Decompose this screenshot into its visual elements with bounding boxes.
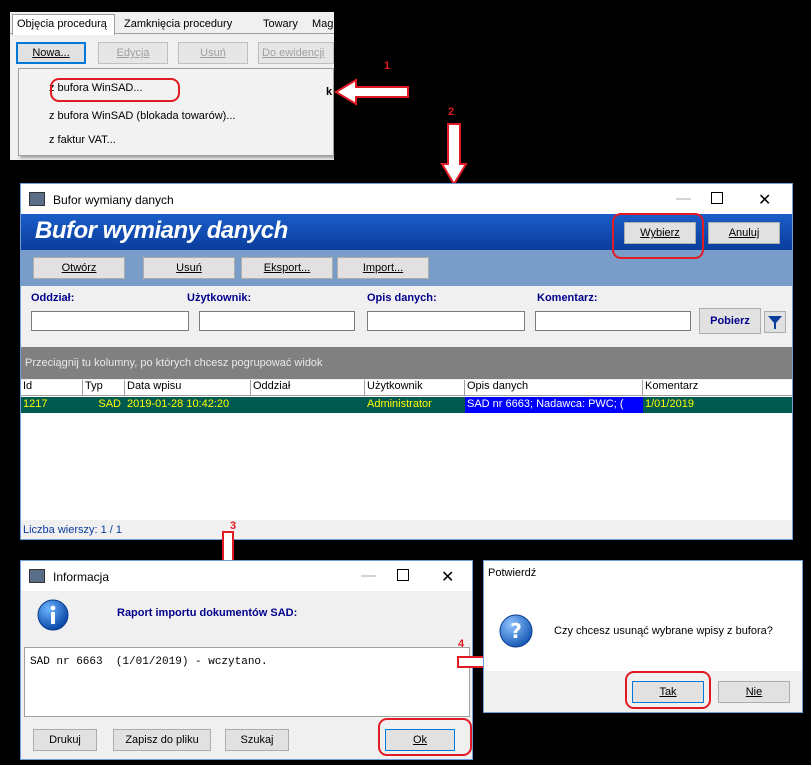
anuluj-button[interactable]: Anuluj	[708, 222, 780, 244]
banner-title: Bufor wymiany danych	[35, 217, 288, 244]
cell-oddzial	[251, 397, 365, 413]
eksport-label: Eksport...	[263, 262, 311, 274]
col-uzytkownik[interactable]: Użytkownik	[365, 380, 465, 395]
menu-item-bufor-winsad-blokada[interactable]: z bufora WinSAD (blokada towarów)...	[49, 107, 309, 125]
otworz-button[interactable]: Otwórz	[33, 257, 125, 279]
cell-typ: SAD	[98, 398, 121, 410]
highlight-ok	[378, 718, 472, 756]
pobierz-button[interactable]: Pobierz	[699, 308, 761, 334]
highlight-menu-item	[50, 78, 180, 102]
usun-label: Usuń	[176, 262, 202, 274]
do-ewidencji-label: Do ewidencji	[262, 47, 325, 59]
uzytkownik-field[interactable]	[199, 311, 355, 331]
highlight-wybierz	[612, 213, 704, 259]
col-id[interactable]: Id	[21, 380, 83, 395]
buffer-titlebar: Bufor wymiany danych — ✕	[21, 184, 792, 214]
eksport-button[interactable]: Eksport...	[241, 257, 333, 279]
oddzial-label: Oddział:	[31, 292, 75, 304]
anuluj-label: Anuluj	[728, 227, 760, 239]
edycja-label: Edycja	[116, 47, 150, 59]
col-typ[interactable]: Typ	[83, 380, 125, 395]
zapisz-do-pliku-button[interactable]: Zapisz do pliku	[113, 729, 211, 751]
table-row[interactable]: 1217 SAD 2019-01-28 10:42:20 Administrat…	[21, 397, 792, 413]
drukuj-button[interactable]: Drukuj	[33, 729, 97, 751]
minimize-icon[interactable]: —	[676, 190, 691, 207]
zapisz-label: Zapisz do pliku	[125, 734, 199, 746]
arrow-down-icon	[440, 123, 468, 186]
arrow-left-icon	[334, 78, 409, 106]
grid-header: Id Typ Data wpisu Oddział Użytkownik Opi…	[21, 380, 792, 396]
info-titlebar: Informacja — ✕	[21, 561, 472, 591]
info-minimize-icon[interactable]: —	[361, 567, 376, 584]
info-close-icon[interactable]: ✕	[441, 567, 454, 587]
usun-button[interactable]: Usuń	[143, 257, 235, 279]
oddzial-field[interactable]	[31, 311, 189, 331]
col-opis-danych[interactable]: Opis danych	[465, 380, 643, 395]
col-oddzial[interactable]: Oddział	[251, 380, 365, 395]
tab-strip: Objęcia procedurą Zamknięcia procedury T…	[10, 12, 334, 35]
svg-text:?: ?	[510, 619, 522, 643]
info-maximize-icon[interactable]	[397, 569, 409, 581]
menu-item-faktury-vat[interactable]: z faktur VAT...	[49, 131, 249, 149]
close-icon[interactable]: ✕	[758, 190, 771, 210]
step-marker-2: 2	[448, 106, 455, 118]
szukaj-label: Szukaj	[240, 734, 274, 746]
pobierz-label: Pobierz	[710, 315, 750, 327]
do-ewidencji-button[interactable]: Do ewidencji	[258, 42, 334, 64]
confirm-question: Czy chcesz usunąć wybrane wpisy z bufora…	[554, 625, 773, 637]
step-marker-1: 1	[384, 60, 391, 72]
tab-objecia-procedura[interactable]: Objęcia procedurą	[12, 14, 115, 35]
import-label: Import...	[362, 262, 404, 274]
info-icon	[37, 599, 69, 631]
komentarz-field[interactable]	[535, 311, 691, 331]
opis-danych-label: Opis danych:	[367, 292, 437, 304]
drukuj-label: Drukuj	[49, 734, 81, 746]
highlight-tak	[625, 671, 711, 709]
filter-icon[interactable]	[764, 311, 786, 333]
report-text: SAD nr 6663 (1/01/2019) - wczytano.	[30, 656, 268, 668]
data-grid: Id Typ Data wpisu Oddział Użytkownik Opi…	[21, 380, 792, 520]
cell-opis-danych: SAD nr 6663; Nadawca: PWC; (	[465, 397, 643, 413]
buffer-window-title: Bufor wymiany danych	[53, 193, 174, 207]
tab-zamkniecia-procedury[interactable]: Zamknięcia procedury	[118, 16, 255, 34]
cell-data-wpisu: 2019-01-28 10:42:20	[127, 398, 230, 410]
info-window-title: Informacja	[53, 570, 110, 584]
col-komentarz[interactable]: Komentarz	[643, 380, 792, 395]
nowa-button[interactable]: Nowa...	[16, 42, 86, 64]
nie-label: Nie	[745, 686, 763, 698]
uzytkownik-label: Użytkownik:	[187, 292, 252, 304]
edycja-button[interactable]: Edycja	[98, 42, 168, 64]
usun-top-label: Usuń	[200, 47, 226, 59]
confirm-window-title: Potwierdź	[488, 567, 537, 579]
maximize-icon[interactable]	[711, 192, 723, 204]
info-app-icon	[29, 569, 45, 583]
szukaj-button[interactable]: Szukaj	[225, 729, 289, 751]
nie-button[interactable]: Nie	[718, 681, 790, 703]
report-heading: Raport importu dokumentów SAD:	[117, 607, 298, 619]
tab-mag[interactable]: Mag	[310, 16, 334, 34]
report-textbox[interactable]: SAD nr 6663 (1/01/2019) - wczytano.	[24, 647, 470, 717]
nowa-label: Nowa...	[32, 47, 70, 59]
truncated-toolbar-label: k	[326, 86, 333, 98]
group-by-panel[interactable]: Przeciągnij tu kolumny, po których chces…	[21, 347, 792, 379]
cell-id: 1217	[23, 398, 48, 410]
otworz-label: Otwórz	[61, 262, 97, 274]
opis-danych-field[interactable]	[367, 311, 525, 331]
cell-uzytkownik: Administrator	[367, 398, 432, 410]
question-icon: ?	[499, 614, 533, 648]
cell-komentarz: 1/01/2019	[645, 398, 694, 410]
import-button[interactable]: Import...	[337, 257, 429, 279]
komentarz-label: Komentarz:	[537, 292, 598, 304]
group-by-hint: Przeciągnij tu kolumny, po których chces…	[25, 357, 323, 369]
app-icon	[29, 192, 45, 206]
row-count-status: Liczba wierszy: 1 / 1	[23, 524, 123, 536]
col-data-wpisu[interactable]: Data wpisu	[125, 380, 251, 395]
filter-area: Oddział: Użytkownik: Opis danych: Koment…	[21, 286, 792, 340]
tab-towary[interactable]: Towary	[257, 16, 309, 34]
usun-button-top[interactable]: Usuń	[178, 42, 248, 64]
